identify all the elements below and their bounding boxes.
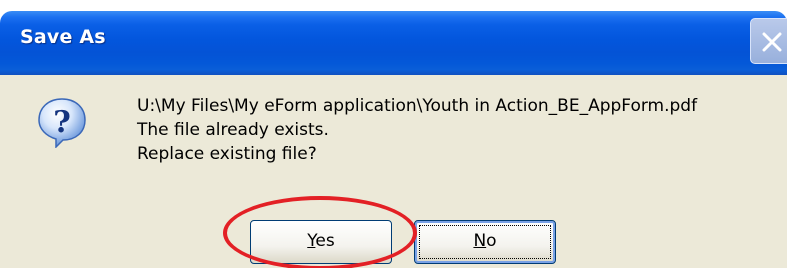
- dialog-title: Save As: [20, 26, 106, 48]
- title-bar[interactable]: [0, 11, 787, 75]
- file-path: U:\My Files\My eForm application\Youth i…: [137, 96, 698, 116]
- question-icon: ?: [38, 98, 86, 148]
- svg-text:?: ?: [53, 105, 71, 140]
- replace-question: Replace existing file?: [137, 144, 317, 164]
- yes-button[interactable]: Yes: [250, 220, 392, 264]
- message-text: U:\My Files\My eForm application\Youth i…: [137, 94, 697, 166]
- close-button[interactable]: [750, 18, 787, 64]
- no-button[interactable]: No: [414, 220, 556, 264]
- dialog-body: ? U:\My Files\My eForm application\Youth…: [0, 75, 787, 268]
- yes-label-rest: es: [315, 231, 335, 251]
- focus-ring: [419, 225, 551, 259]
- exists-notice: The file already exists.: [137, 120, 329, 140]
- save-as-dialog: Save As ? U:\My Files\My eForm applicati…: [0, 0, 787, 268]
- close-icon: [762, 32, 782, 52]
